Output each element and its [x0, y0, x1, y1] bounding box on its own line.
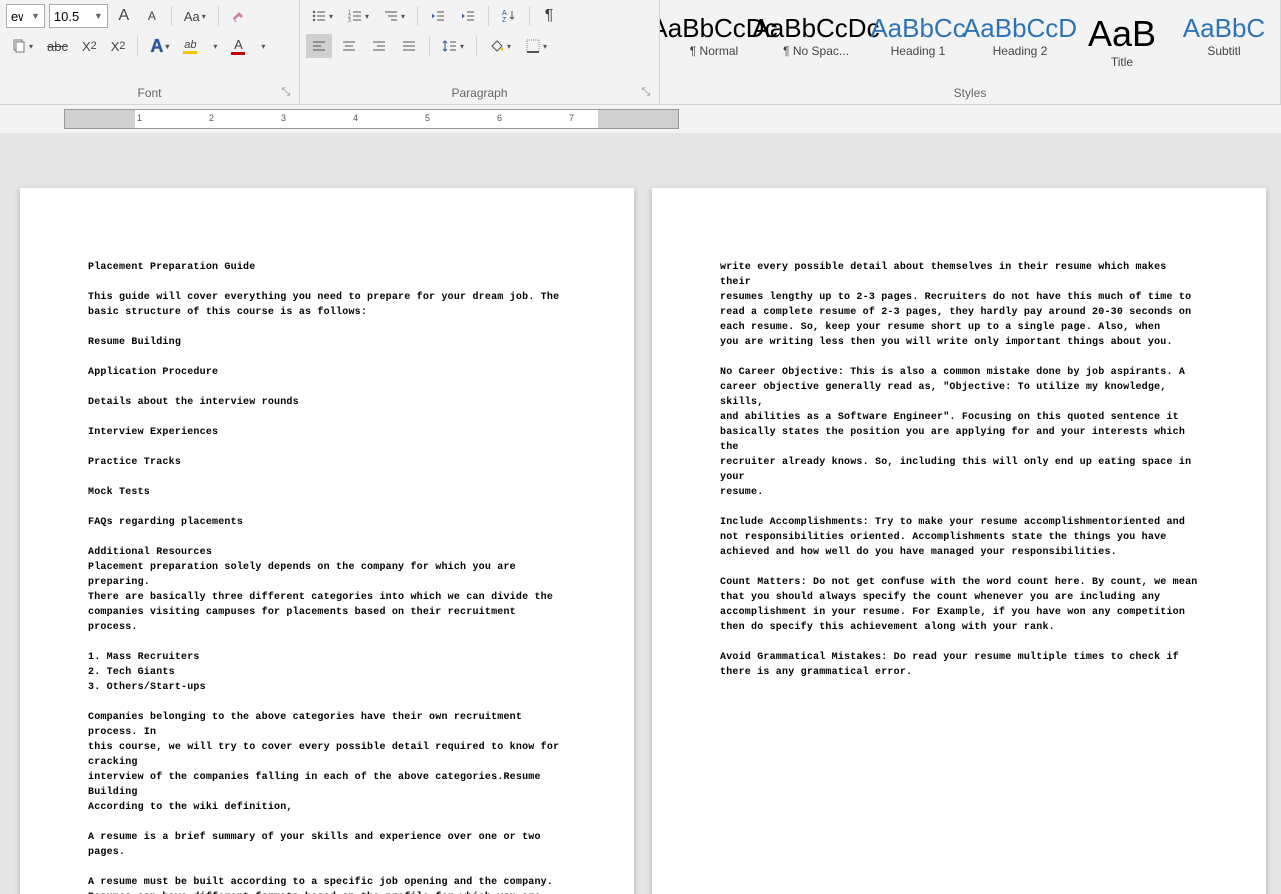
- font-group-label: Font ⤡: [0, 84, 299, 104]
- superscript-button[interactable]: X2: [106, 34, 131, 58]
- clear-formatting-button[interactable]: [226, 4, 252, 28]
- bucket-icon: [489, 38, 505, 54]
- align-center-icon: [341, 38, 357, 54]
- decrease-indent-button[interactable]: [425, 4, 451, 28]
- font-name-input[interactable]: [7, 9, 27, 24]
- style-name: ¶ Normal: [669, 44, 759, 58]
- borders-button[interactable]: ▾: [520, 34, 552, 58]
- align-left-button[interactable]: [306, 34, 332, 58]
- align-center-button[interactable]: [336, 34, 362, 58]
- ribbon: ▼ ▼ A A Aa▾: [0, 0, 1281, 105]
- style-name: Subtitl: [1179, 44, 1269, 58]
- strikethrough-button[interactable]: abc: [42, 34, 73, 58]
- font-color-caret[interactable]: ▾: [254, 34, 270, 58]
- font-group: ▼ ▼ A A Aa▾: [0, 0, 300, 104]
- font-size-combo[interactable]: ▼: [49, 4, 108, 28]
- style--normal[interactable]: AaBbCcDc¶ Normal: [664, 8, 764, 76]
- font-name-combo[interactable]: ▼: [6, 4, 45, 28]
- shading-button[interactable]: ▾: [484, 34, 516, 58]
- ruler[interactable]: 1234567: [0, 105, 1281, 133]
- borders-icon: [525, 38, 541, 54]
- outdent-icon: [430, 8, 446, 24]
- multilevel-icon: [383, 8, 399, 24]
- bullets-button[interactable]: ▾: [306, 4, 338, 28]
- font-size-input[interactable]: [50, 9, 90, 24]
- svg-text:A: A: [502, 10, 507, 17]
- font-color-button[interactable]: A: [226, 34, 250, 58]
- format-painter-button[interactable]: ▾: [6, 34, 38, 58]
- style-heading-1[interactable]: AaBbCcHeading 1: [868, 8, 968, 76]
- highlight-caret[interactable]: ▾: [206, 34, 222, 58]
- line-spacing-button[interactable]: ▾: [437, 34, 469, 58]
- show-marks-button[interactable]: ¶: [537, 4, 561, 28]
- page-1-text[interactable]: Placement Preparation Guide This guide w…: [88, 260, 566, 894]
- highlight-button[interactable]: ab: [178, 34, 202, 58]
- align-left-icon: [311, 38, 327, 54]
- copy-icon: [11, 38, 27, 54]
- dialog-launcher-icon[interactable]: ⤡: [279, 86, 293, 100]
- style-preview: AaB: [1088, 13, 1156, 55]
- chevron-down-icon: ▼: [27, 11, 44, 21]
- grow-font-button[interactable]: A: [112, 4, 136, 28]
- paragraph-group-label: Paragraph ⤡: [300, 84, 659, 104]
- justify-button[interactable]: [396, 34, 422, 58]
- style-name: Title: [1077, 55, 1167, 69]
- numbering-icon: 123: [347, 8, 363, 24]
- sort-icon: AZ: [501, 8, 517, 24]
- chevron-down-icon: ▼: [90, 11, 107, 21]
- subscript-button[interactable]: X2: [77, 34, 102, 58]
- text-effects-button[interactable]: A▾: [145, 34, 174, 58]
- dialog-launcher-icon[interactable]: ⤡: [639, 86, 653, 100]
- sort-button[interactable]: AZ: [496, 4, 522, 28]
- bullets-icon: [311, 8, 327, 24]
- numbering-button[interactable]: 123▾: [342, 4, 374, 28]
- page-2[interactable]: write every possible detail about themse…: [652, 188, 1266, 894]
- justify-icon: [401, 38, 417, 54]
- document-workspace[interactable]: Placement Preparation Guide This guide w…: [0, 168, 1281, 894]
- style-subtitl[interactable]: AaBbCSubtitl: [1174, 8, 1274, 76]
- style-preview: AaBbCcD: [963, 13, 1077, 44]
- style-preview: AaBbCc: [870, 13, 965, 44]
- styles-group: AaBbCcDc¶ NormalAaBbCcDc¶ No Spac...AaBb…: [660, 0, 1281, 104]
- style-heading-2[interactable]: AaBbCcDHeading 2: [970, 8, 1070, 76]
- style-name: ¶ No Spac...: [771, 44, 861, 58]
- style-name: Heading 1: [873, 44, 963, 58]
- align-right-button[interactable]: [366, 34, 392, 58]
- indent-icon: [460, 8, 476, 24]
- style-gallery[interactable]: AaBbCcDc¶ NormalAaBbCcDc¶ No Spac...AaBb…: [660, 8, 1278, 76]
- styles-group-label: Styles: [660, 84, 1280, 104]
- page-2-text[interactable]: write every possible detail about themse…: [720, 260, 1198, 680]
- eraser-icon: [231, 8, 247, 24]
- style-name: Heading 2: [975, 44, 1065, 58]
- style-preview: AaBbC: [1183, 13, 1265, 44]
- multilevel-button[interactable]: ▾: [378, 4, 410, 28]
- change-case-button[interactable]: Aa▾: [179, 4, 211, 28]
- paragraph-group: ▾ 123▾ ▾ AZ ¶ ▾: [300, 0, 660, 104]
- svg-text:3: 3: [348, 18, 351, 24]
- svg-text:Z: Z: [502, 17, 507, 24]
- style--no-spac-[interactable]: AaBbCcDc¶ No Spac...: [766, 8, 866, 76]
- line-spacing-icon: [442, 38, 458, 54]
- style-title[interactable]: AaBTitle: [1072, 8, 1172, 76]
- shrink-font-button[interactable]: A: [140, 4, 164, 28]
- style-preview: AaBbCcDc: [752, 13, 879, 44]
- increase-indent-button[interactable]: [455, 4, 481, 28]
- align-right-icon: [371, 38, 387, 54]
- page-1[interactable]: Placement Preparation Guide This guide w…: [20, 188, 634, 894]
